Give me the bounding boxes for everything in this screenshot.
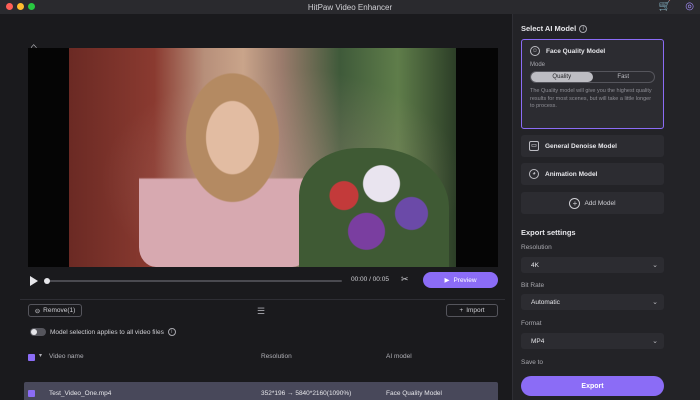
play-icon[interactable] xyxy=(30,276,38,286)
ai-model-section-title: Select AI Model i xyxy=(521,24,588,33)
preview-button[interactable]: ▶ Preview xyxy=(423,272,498,288)
plus-circle-icon: + xyxy=(569,197,581,209)
denoise-icon: ▭ xyxy=(529,141,539,151)
info-icon[interactable]: i xyxy=(579,24,588,33)
clear-list-icon[interactable]: ☰ xyxy=(257,306,265,317)
progress-bar[interactable] xyxy=(44,278,342,284)
format-select[interactable]: MP4 ⌄ xyxy=(521,333,664,349)
title-bar: HitPaw Video Enhancer 🛒 ◎ xyxy=(0,0,700,14)
mode-segmented-control: Quality Fast xyxy=(530,71,655,83)
plus-icon: + xyxy=(459,307,464,314)
timecode: 00:00 / 00:05 xyxy=(351,276,389,283)
table-row[interactable]: Test_Video_One.mp4 352*196 → 5840*2160(1… xyxy=(24,382,498,400)
close-window-button[interactable] xyxy=(6,3,13,10)
chevron-down-icon[interactable]: ▾ xyxy=(39,352,42,359)
app-title: HitPaw Video Enhancer xyxy=(307,2,393,12)
apply-all-row: Model selection applies to all video fil… xyxy=(30,328,176,336)
chevron-down-icon: ⌄ xyxy=(652,338,658,345)
column-ai-model: AI model xyxy=(386,353,412,360)
mode-label: Mode xyxy=(530,62,546,68)
select-all-checkbox[interactable] xyxy=(28,354,35,361)
minus-circle-icon: ⊖ xyxy=(34,307,41,315)
row-ai-model: Face Quality Model xyxy=(386,390,442,397)
format-label: Format xyxy=(521,320,542,327)
mode-fast-option[interactable]: Fast xyxy=(593,72,655,82)
mode-quality-option[interactable]: Quality xyxy=(531,72,593,82)
remove-button[interactable]: ⊖ Remove(1) xyxy=(28,304,82,317)
model-description: The Quality model will give you the high… xyxy=(530,88,652,109)
column-video-name: Video name xyxy=(49,353,84,360)
minimize-window-button[interactable] xyxy=(17,3,24,10)
add-model-button[interactable]: + Add Model xyxy=(521,192,664,214)
scissors-icon[interactable]: ✂ xyxy=(401,274,409,285)
left-workspace: ⌂ 00:00 / 00:05 ✂ ▶ Preview ⊖ Remove(1) … xyxy=(0,14,512,400)
model-name: General Denoise Model xyxy=(545,142,617,150)
maximize-window-button[interactable] xyxy=(28,3,35,10)
row-checkbox[interactable] xyxy=(28,390,35,397)
video-frame-person xyxy=(139,68,309,267)
column-resolution: Resolution xyxy=(261,353,292,360)
video-viewer xyxy=(28,48,498,267)
model-name: Face Quality Model xyxy=(546,47,606,55)
resolution-select[interactable]: 4K ⌄ xyxy=(521,257,664,273)
preview-label: Preview xyxy=(453,276,477,284)
apply-all-label: Model selection applies to all video fil… xyxy=(50,328,164,336)
video-frame xyxy=(69,48,456,267)
import-label: Import xyxy=(466,307,485,314)
save-to-label: Save to xyxy=(521,359,544,366)
bitrate-select[interactable]: Automatic ⌄ xyxy=(521,294,664,310)
export-settings-title: Export settings xyxy=(521,228,576,237)
export-button[interactable]: Export xyxy=(521,376,664,396)
bitrate-label: Bit Rate xyxy=(521,282,545,289)
ai-model-title: Select AI Model xyxy=(521,24,577,33)
apply-all-toggle[interactable] xyxy=(30,328,46,336)
format-value: MP4 xyxy=(531,337,545,345)
progress-knob[interactable] xyxy=(44,278,50,284)
bitrate-value: Automatic xyxy=(531,298,560,306)
model-card-face-quality[interactable]: ☺ Face Quality Model Mode Quality Fast T… xyxy=(521,39,664,129)
file-list-panel: ⊖ Remove(1) ☰ + Import Model selection a… xyxy=(20,299,505,400)
chevron-down-icon: ⌄ xyxy=(652,262,658,269)
resolution-value: 4K xyxy=(531,261,539,269)
window-controls xyxy=(6,3,35,10)
import-button[interactable]: + Import xyxy=(446,304,498,317)
player-controls: 00:00 / 00:05 ✂ ▶ Preview xyxy=(28,270,498,292)
titlebar-icons: 🛒 ◎ xyxy=(659,1,694,13)
resolution-label: Resolution xyxy=(521,244,552,251)
remove-label: Remove(1) xyxy=(43,307,76,314)
model-head: ☺ Face Quality Model xyxy=(522,40,663,62)
chevron-down-icon: ⌄ xyxy=(652,299,658,306)
row-video-name: Test_Video_One.mp4 xyxy=(49,390,112,397)
table-header: ▾ Video name Resolution AI model xyxy=(28,352,498,364)
account-icon[interactable]: ◎ xyxy=(685,1,694,13)
model-head: ◕ Animation Model xyxy=(521,163,664,185)
add-model-label: Add Model xyxy=(584,199,616,207)
settings-panel: Select AI Model i ☺ Face Quality Model M… xyxy=(512,14,700,400)
video-frame-flowers xyxy=(299,148,449,267)
animation-icon: ◕ xyxy=(529,169,539,179)
model-head: ▭ General Denoise Model xyxy=(521,135,664,157)
video-camera-icon: ▶ xyxy=(444,277,450,284)
face-icon: ☺ xyxy=(530,46,540,56)
model-card-animation[interactable]: ◕ Animation Model xyxy=(521,163,664,185)
model-card-general-denoise[interactable]: ▭ General Denoise Model xyxy=(521,135,664,157)
info-icon[interactable]: i xyxy=(167,328,176,336)
row-resolution: 352*196 → 5840*2160(1090%) xyxy=(261,390,352,397)
cart-icon[interactable]: 🛒 xyxy=(659,1,671,13)
model-name: Animation Model xyxy=(545,170,598,178)
